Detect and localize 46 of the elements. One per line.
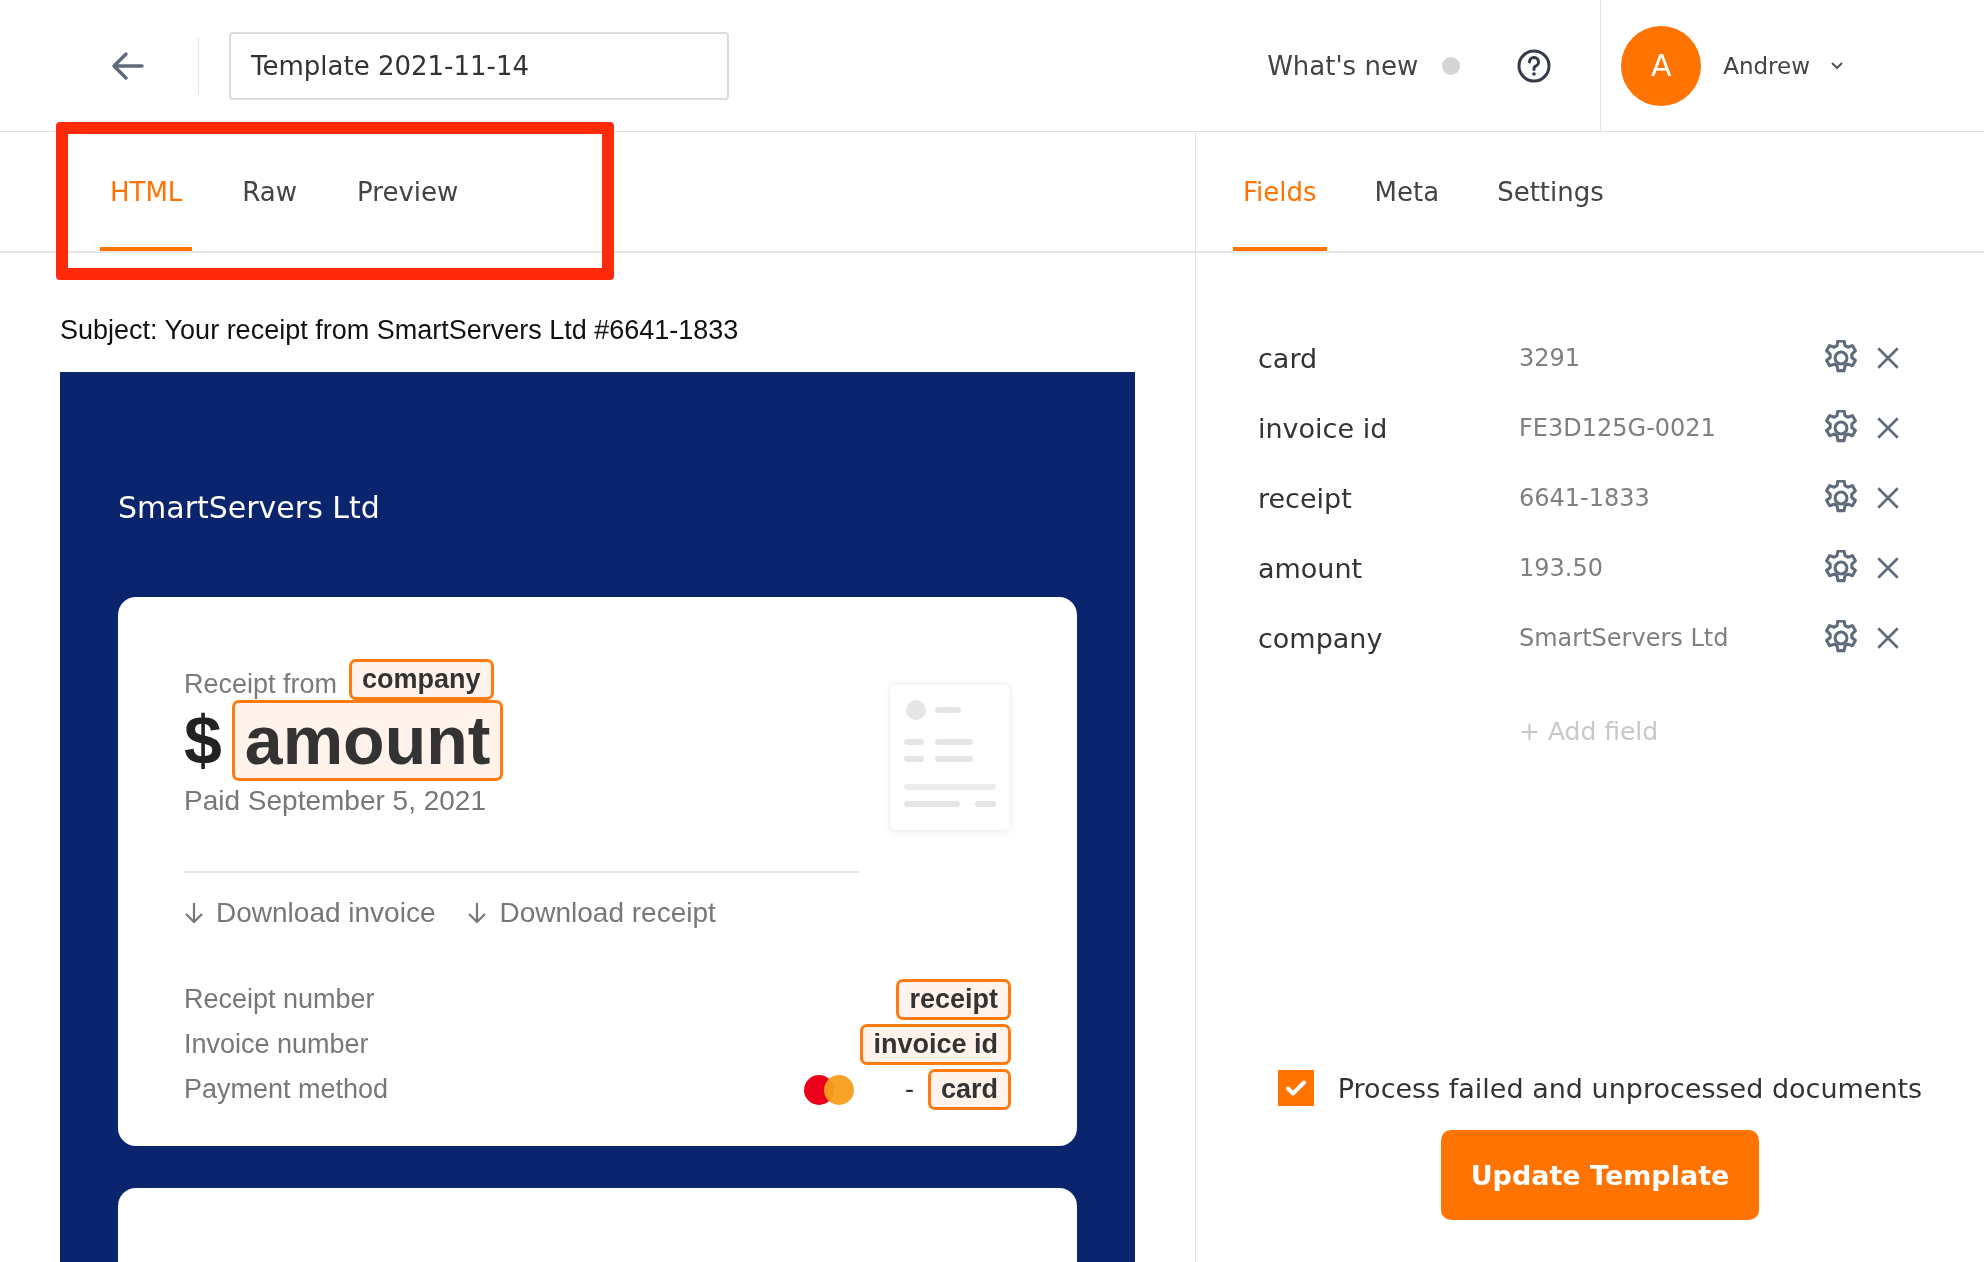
card-brand-icon	[802, 1073, 855, 1106]
detail-label: Payment method	[184, 1074, 389, 1105]
field-value: FE3D125G-0021	[1519, 414, 1717, 442]
download-arrow-icon[interactable]	[184, 901, 204, 925]
email-subject: Subject: Your receipt from SmartServers Ltd #6641-1833	[60, 315, 740, 346]
receipt-from-label: Receipt from	[184, 669, 338, 700]
dash-text: -	[904, 1074, 914, 1105]
detail-label: Receipt number	[184, 984, 375, 1015]
variable-field: invoice id	[860, 1024, 1011, 1065]
status-dot-icon	[1442, 56, 1461, 75]
close-icon[interactable]	[1875, 485, 1901, 511]
panel-tab[interactable]: Settings	[1487, 132, 1614, 251]
download-arrow-icon[interactable]	[467, 901, 488, 925]
download-link[interactable]: Download invoice	[184, 897, 436, 929]
template-name-field[interactable]: Template 2021-11-14	[229, 31, 729, 100]
close-icon[interactable]	[1875, 555, 1901, 581]
field-name: invoice id	[1258, 412, 1389, 444]
paid-date: Paid September 5, 2021	[184, 784, 487, 817]
field-name: card	[1258, 342, 1319, 374]
detail-label: Invoice number	[184, 1029, 369, 1060]
variable-field: amount	[231, 700, 504, 781]
field-value: 6641-1833	[1519, 484, 1651, 512]
currency-sign: $	[184, 701, 222, 780]
field-value: SmartServers Ltd	[1519, 624, 1730, 652]
panel-tab[interactable]: Meta	[1364, 132, 1450, 251]
variable-field: receipt	[896, 979, 1011, 1020]
field-value: 193.50	[1519, 554, 1604, 582]
variable-field: company	[349, 659, 494, 700]
editor-tab[interactable]: Preview	[347, 132, 469, 251]
whats-new-link[interactable]: What's new	[1267, 50, 1419, 81]
close-icon[interactable]	[1875, 345, 1901, 371]
field-name: receipt	[1258, 482, 1353, 514]
company-name: SmartServers Ltd	[118, 490, 381, 525]
field-name: company	[1258, 622, 1384, 654]
caret-icon[interactable]	[1830, 60, 1844, 71]
variable-field: card	[927, 1069, 1011, 1110]
close-icon[interactable]	[1875, 625, 1901, 651]
close-icon[interactable]	[1875, 415, 1901, 441]
checkbox[interactable]	[1277, 1070, 1314, 1106]
user-name[interactable]: Andrew	[1723, 52, 1810, 79]
field-value: 3291	[1519, 344, 1582, 372]
help-icon[interactable]	[1516, 47, 1553, 84]
download-link[interactable]: Download receipt	[467, 897, 716, 929]
checkbox-label[interactable]: Process failed and unprocessed documents	[1337, 1072, 1923, 1104]
field-name: amount	[1258, 552, 1364, 584]
editor-tab[interactable]: Raw	[232, 132, 308, 251]
